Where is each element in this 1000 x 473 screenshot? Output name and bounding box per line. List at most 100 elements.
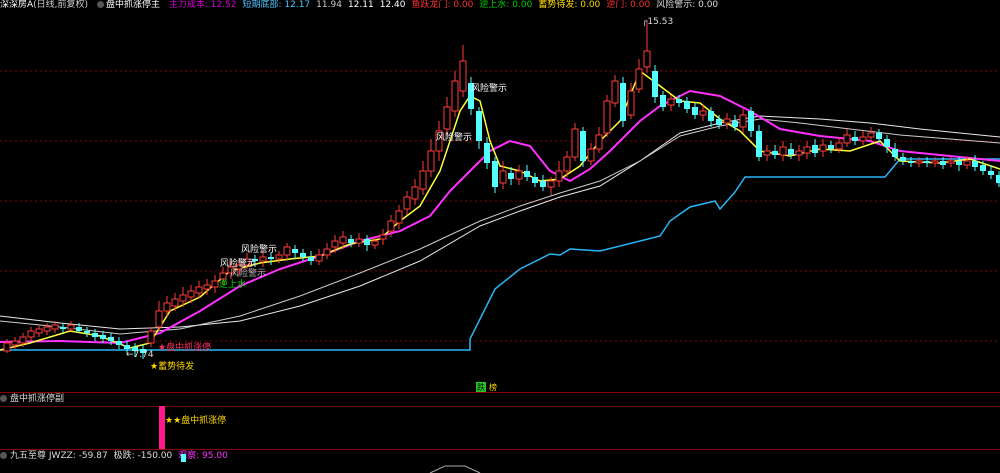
header-item-4: 12.40 [379,0,406,10]
candle-75 [603,95,611,137]
candle-7 [60,323,66,333]
watch-value: 95.00 [202,451,228,461]
main-kline-chart[interactable] [0,11,1000,390]
candle-61 [492,157,498,193]
sub-panel-1-topline [0,406,1000,407]
buildup-signal-label: ★蓄势待发 [150,362,195,372]
candle-60 [484,137,490,169]
candle-37 [300,249,306,261]
risk-warning-label-3: 风险警示 [241,245,278,255]
candle-82 [660,91,666,111]
sub-panel-2-line [429,465,481,473]
candle-10 [84,327,90,337]
sub-panel-2-title[interactable]: 九五至尊 [10,451,46,461]
candle-26 [211,275,219,293]
candle-51 [411,179,419,205]
candle-71 [571,123,579,161]
candle-50 [403,191,411,215]
panel-divider-1 [0,392,1000,393]
candle-79 [635,59,643,93]
candle-52 [419,161,427,195]
header-item-3: 12.11 [347,0,374,10]
header-item-8: 逆门: 0.00 [606,0,651,10]
price-high-label: ┌15.53 [642,17,674,27]
candle-19 [155,301,163,331]
candle-3 [27,327,35,341]
candle-107 [859,131,867,145]
sub-panel-1-title[interactable]: 盘中抓涨停副 [10,394,64,404]
candle-76 [611,75,619,107]
uptrend-label: 逆上水 [219,280,247,290]
candle-77 [620,77,626,127]
candle-94 [756,125,762,161]
candle-80 [643,21,651,73]
candle-53 [427,139,435,177]
sub-panel-1-header: 盘中抓涨停副 [0,394,64,405]
candle-49 [395,205,403,229]
candle-69 [555,161,563,187]
ma-yellow-line [0,69,1000,351]
candle-45 [364,235,370,251]
candle-40 [323,243,331,259]
candle-39 [315,249,323,265]
risk-warning-label-1: 风险警示 [471,84,508,94]
candle-101 [812,139,818,157]
panel-divider-2 [0,449,1000,450]
jwzz-label: JWZZ: [48,451,76,461]
candle-85 [684,97,690,113]
header-item-1: 短期底部: 12.17 [242,0,311,10]
candle-74 [595,127,603,153]
candle-36 [292,245,298,259]
candle-67 [540,175,546,191]
candle-106 [852,131,858,145]
candle-105 [843,129,851,147]
candle-112 [900,153,906,165]
candle-64 [515,165,523,185]
stock-name[interactable]: 深深房A [0,0,33,10]
limitup-signal-label: ★盘中抓涨停 [158,343,212,353]
sub-panel-2-bar [181,454,186,462]
indicator-header: 深深房A(日线,前复权) 盘中抓涨停主 主力成本: 12.52 短期底部: 12.… [0,0,730,11]
candle-81 [652,65,658,103]
candle-124 [996,171,1000,187]
header-item-0: 主力成本: 12.52 [168,0,237,10]
candle-8 [67,321,75,331]
candle-65 [524,165,530,181]
ma-white-line [0,115,1000,330]
candle-47 [379,229,387,245]
indicator-name[interactable]: 盘中抓涨停主 [106,0,160,10]
candle-4 [35,325,43,337]
candle-102 [819,139,827,157]
candle-73 [587,143,595,165]
header-item-7: 蓄势待发: 0.00 [538,0,601,10]
indicator-circle-icon[interactable] [96,1,104,8]
period-info: (日线,前复权) [33,0,89,10]
candlesticks [3,21,1000,359]
header-item-6: 逆上水: 0.00 [479,0,533,10]
jwzz-value: -59.87 [78,451,108,461]
candle-83 [667,95,675,111]
extreme-label: 极跌: [113,451,135,461]
header-item-9: 风险警示: 0.00 [656,0,719,10]
sub-panel-2-circle-icon[interactable] [0,452,7,459]
support-staircase-line [0,158,1000,351]
candle-95 [763,145,771,161]
candle-66 [532,173,538,187]
candle-103 [828,141,834,153]
candle-38 [308,251,314,265]
candle-72 [580,127,586,167]
extreme-value: -150.00 [137,451,173,461]
candle-90 [723,113,731,129]
sub-panel-1-circle-icon[interactable] [0,395,7,402]
sub-panel-1-signal-label: ★★盘中抓涨停 [165,416,227,426]
candle-35 [283,243,291,261]
candle-14 [116,337,122,349]
candle-96 [772,145,778,159]
candle-98 [788,143,794,159]
candle-100 [803,141,811,159]
candle-62 [499,161,507,189]
candle-92 [739,109,747,133]
header-item-2: 11.94 [316,0,342,10]
header-item-5: 鱼跃龙门: 0.00 [411,0,474,10]
candle-57 [459,45,467,97]
